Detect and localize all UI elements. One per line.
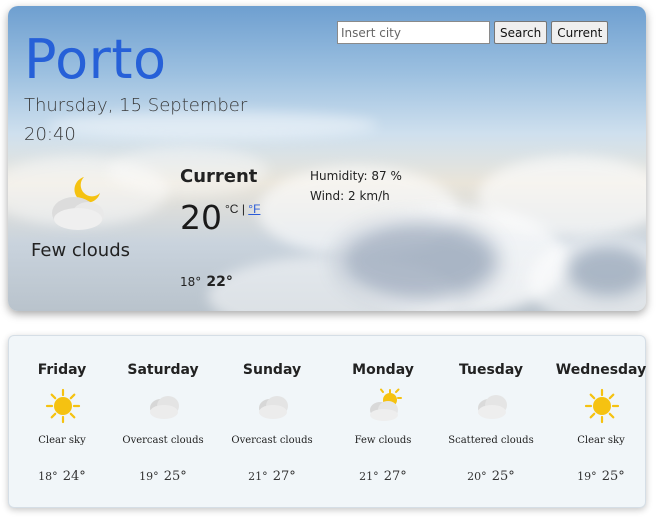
forecast-min-temp: 21° xyxy=(359,470,379,483)
city-name: Porto xyxy=(24,28,167,91)
weather-details: Humidity: 87 % Wind: 2 km/h xyxy=(310,166,402,206)
weather-description: Few clouds xyxy=(31,240,131,261)
forecast-day-name: Saturday xyxy=(127,362,199,378)
wind-text: Wind: 2 km/h xyxy=(310,189,390,203)
sun-icon xyxy=(584,388,620,424)
current-label: Current xyxy=(180,166,258,187)
forecast-day-name: Friday xyxy=(37,362,87,378)
forecast-temps: 21° 27° xyxy=(219,465,325,484)
few-clouds-icon xyxy=(370,388,402,421)
city-search-input[interactable] xyxy=(337,21,490,44)
current-temperature: 20 xyxy=(180,198,222,237)
forecast-max-temp: 25° xyxy=(601,469,625,484)
fahrenheit-link[interactable]: °F xyxy=(248,202,260,216)
forecast-temps: 18° 24° xyxy=(9,465,115,484)
forecast-min-temp: 20° xyxy=(467,470,487,483)
city-search-form: Search Current xyxy=(337,21,609,44)
forecast-description: Clear sky xyxy=(577,435,625,446)
forecast-max-temp: 27° xyxy=(383,469,407,484)
forecast-min-temp: 21° xyxy=(248,470,268,483)
forecast-temps: 19° 25° xyxy=(110,465,216,484)
forecast-description: Scattered clouds xyxy=(448,435,534,446)
night-few-clouds-icon xyxy=(52,177,104,230)
humidity-text: Humidity: 87 % xyxy=(310,169,402,183)
forecast-description: Few clouds xyxy=(354,435,412,446)
forecast-day-name: Sunday xyxy=(242,362,302,378)
overcast-clouds-icon xyxy=(150,396,179,419)
forecast-min-temp: 18° xyxy=(38,470,58,483)
unit-switch: °C | °F xyxy=(225,202,260,216)
forecast-min-temp: 19° xyxy=(577,470,597,483)
unit-separator: | xyxy=(241,202,245,216)
forecast-day-name: Monday xyxy=(352,362,414,378)
forecast-temps: 21° 27° xyxy=(330,465,436,484)
forecast-max-temp: 25° xyxy=(491,469,515,484)
current-weather-card: Porto Thursday, 15 September 20:40 Searc… xyxy=(8,6,646,311)
current-time: 20:40 xyxy=(24,124,76,145)
forecast-description: Clear sky xyxy=(38,435,86,446)
scattered-clouds-icon xyxy=(478,395,507,419)
forecast-max-temp: 27° xyxy=(272,469,296,484)
forecast-temps: 20° 25° xyxy=(438,465,544,484)
overcast-clouds-icon xyxy=(259,396,288,419)
current-date: Thursday, 15 September xyxy=(24,95,248,116)
forecast-max-temp: 24° xyxy=(62,469,86,484)
forecast-day-name: Wednesday xyxy=(555,362,647,378)
search-button[interactable]: Search xyxy=(494,21,548,44)
current-max-temp: 22° xyxy=(206,274,233,290)
forecast-max-temp: 25° xyxy=(163,469,187,484)
current-min-temp: 18° xyxy=(180,275,202,289)
temperature-row: 20 °C | °F xyxy=(180,201,260,234)
current-location-button[interactable]: Current xyxy=(551,21,609,44)
forecast-description: Overcast clouds xyxy=(231,435,313,446)
forecast-description: Overcast clouds xyxy=(122,435,204,446)
celsius-unit: °C xyxy=(225,202,239,216)
forecast-card: Friday Clear sky 18° 24° Saturday Overca… xyxy=(8,335,646,508)
forecast-temps: 19° 25° xyxy=(548,465,654,484)
forecast-day-name: Tuesday xyxy=(459,362,523,378)
forecast-min-temp: 19° xyxy=(139,470,159,483)
sun-icon xyxy=(45,388,81,424)
current-min-max: 18° 22° xyxy=(180,271,233,290)
